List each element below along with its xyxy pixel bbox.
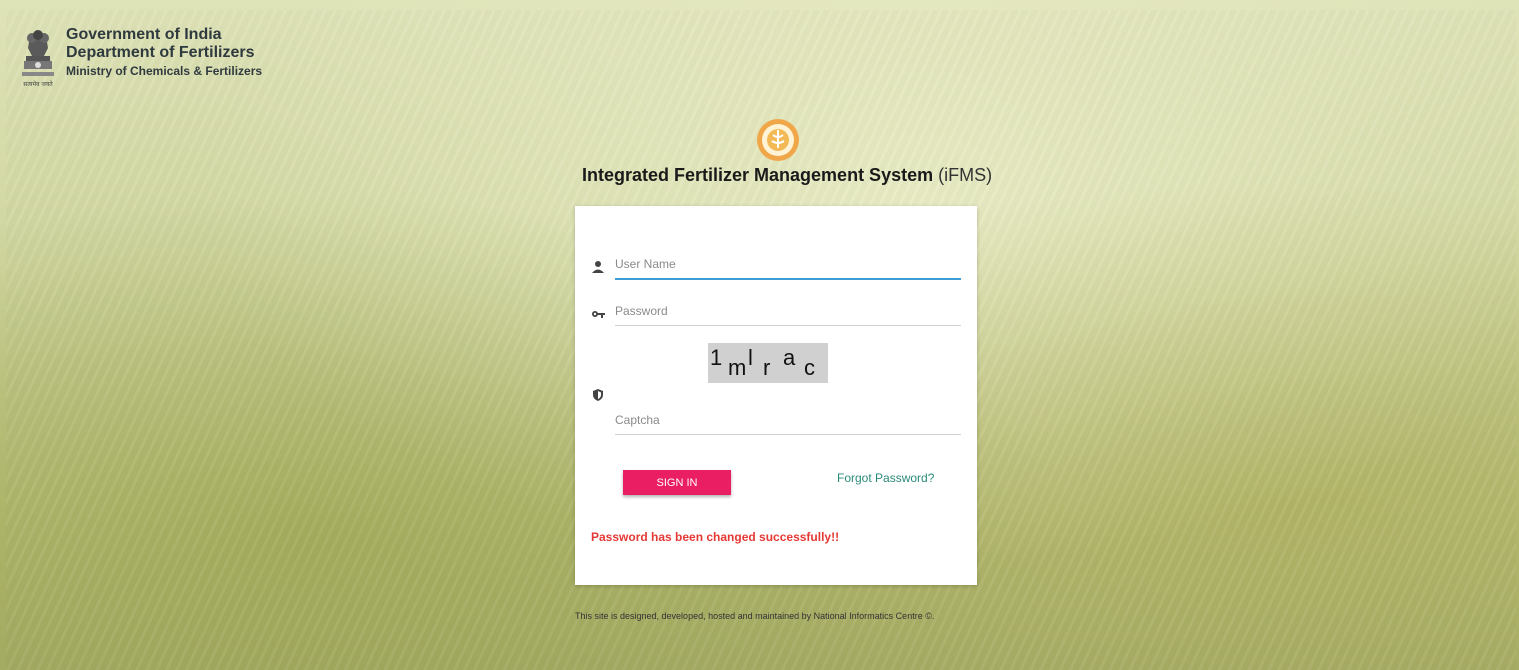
captcha-char: c — [804, 355, 815, 380]
username-row — [575, 252, 977, 282]
gov-line-ministry: Ministry of Chemicals & Fertilizers — [66, 64, 263, 78]
captcha-row — [575, 408, 977, 438]
app-title-abbr: (iFMS) — [938, 165, 993, 185]
captcha-char: m — [728, 355, 747, 380]
sign-in-button[interactable]: SIGN IN — [623, 470, 731, 495]
login-card: 1 m l r a c SIGN IN Forgot Password? Pas… — [575, 206, 977, 585]
forgot-password-link[interactable]: Forgot Password? — [837, 471, 934, 485]
status-message: Password has been changed successfully!! — [591, 530, 840, 544]
captcha-char: 1 — [710, 345, 723, 370]
captcha-image: 1 m l r a c — [708, 343, 828, 383]
captcha-char: r — [763, 355, 771, 380]
captcha-input[interactable] — [615, 408, 961, 432]
password-field-wrapper — [615, 299, 961, 326]
key-icon — [592, 311, 605, 318]
app-title-name: Integrated Fertilizer Management System — [582, 165, 934, 185]
footer-text: This site is designed, developed, hosted… — [575, 611, 935, 621]
gov-line-government: Government of India — [66, 26, 222, 43]
password-row — [575, 299, 977, 329]
shield-icon — [593, 389, 603, 401]
national-emblem-icon: सत्यमेव जयते — [22, 30, 54, 88]
password-input[interactable] — [615, 299, 961, 323]
username-input[interactable] — [615, 252, 961, 276]
government-header: सत्यमेव जयते Government of India Departm… — [18, 26, 262, 92]
app-title: Integrated Fertilizer Management System … — [582, 165, 992, 186]
username-field-wrapper — [615, 252, 961, 280]
emblem-caption: सत्यमेव जयते — [23, 80, 53, 88]
person-icon — [592, 261, 604, 273]
captcha-char: a — [783, 345, 796, 370]
gov-line-department: Department of Fertilizers — [66, 44, 255, 61]
captcha-field-wrapper — [615, 408, 961, 435]
ifms-logo-icon — [757, 119, 799, 161]
captcha-char: l — [748, 345, 753, 370]
